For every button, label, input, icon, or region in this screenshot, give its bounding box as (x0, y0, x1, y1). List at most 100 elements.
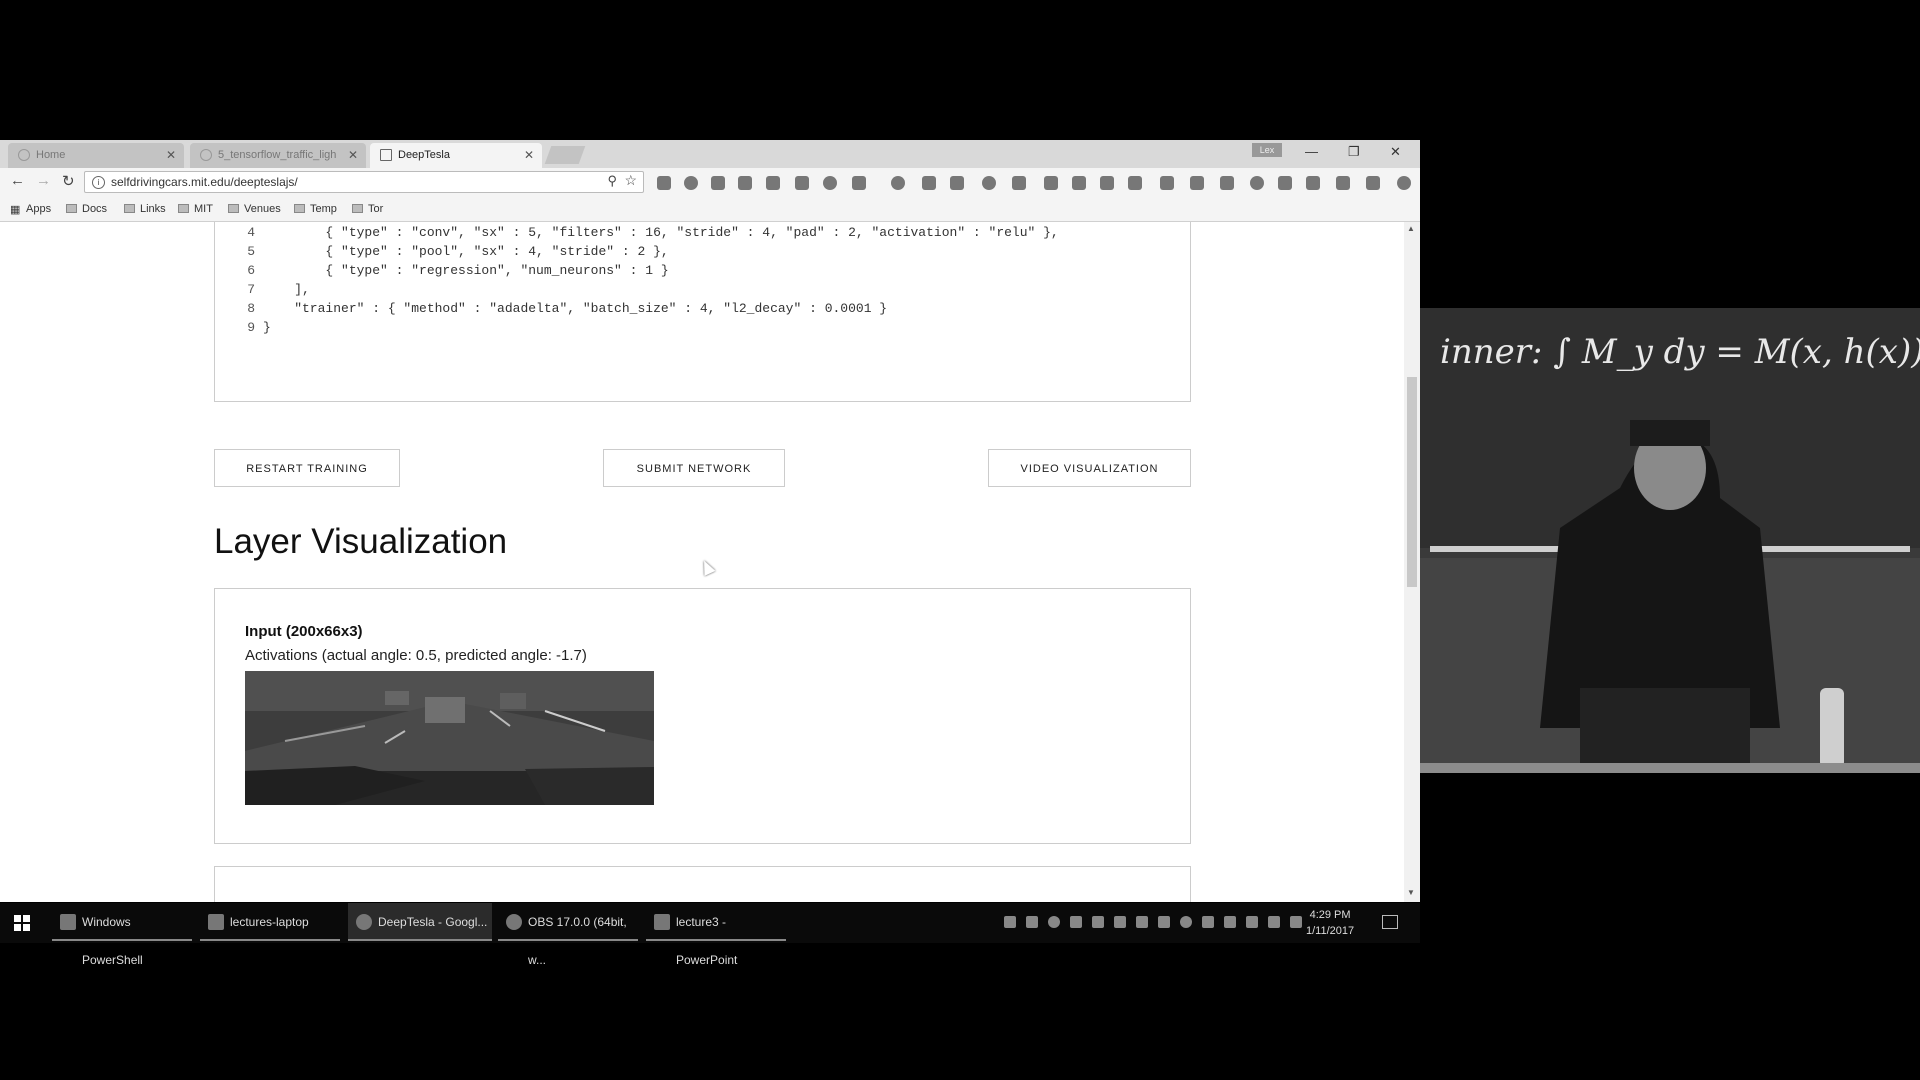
taskbar: Windows PowerShell lectures-laptop DeepT… (0, 903, 1420, 967)
extension-icon[interactable] (1278, 176, 1292, 190)
notification-center-icon[interactable] (1382, 915, 1398, 929)
wifi-icon[interactable] (1268, 916, 1280, 928)
new-tab-button[interactable] (544, 146, 586, 164)
tab-deeptesla[interactable]: DeepTesla ✕ (370, 143, 542, 168)
taskbar-item-lectures-laptop[interactable]: lectures-laptop (200, 903, 340, 941)
tab-label: DeepTesla (398, 149, 450, 161)
extension-icon[interactable] (1044, 176, 1058, 190)
extension-icon[interactable] (684, 176, 698, 190)
tab-label: 5_tensorflow_traffic_ligh (218, 149, 337, 161)
extension-icon[interactable] (1012, 176, 1026, 190)
star-icon[interactable]: ☆ (624, 172, 637, 189)
tab-tensorflow[interactable]: 5_tensorflow_traffic_ligh ✕ (190, 143, 366, 168)
tray-icon[interactable] (1048, 916, 1060, 928)
extension-icon[interactable] (1336, 176, 1350, 190)
extension-icon[interactable] (1160, 176, 1174, 190)
close-icon[interactable]: ✕ (166, 143, 176, 168)
address-bar[interactable]: i selfdrivingcars.mit.edu/deepteslajs/ ⚲… (84, 171, 644, 193)
video-visualization-button[interactable]: VIDEO VISUALIZATION (988, 449, 1191, 487)
scrollbar[interactable]: ▲ ▼ (1404, 222, 1420, 902)
bookmark-apps[interactable]: ▦ Apps (10, 202, 51, 216)
network-code-editor[interactable]: 4 { "type" : "conv", "sx" : 5, "filters"… (214, 222, 1191, 402)
extension-icon[interactable] (711, 176, 725, 190)
volume-icon[interactable] (1290, 916, 1302, 928)
tray-icon[interactable] (1158, 916, 1170, 928)
tab-home[interactable]: Home ✕ (8, 143, 184, 168)
folder-icon (178, 204, 189, 213)
close-icon[interactable]: ✕ (348, 143, 358, 168)
taskbar-item-powershell[interactable]: Windows PowerShell (52, 903, 192, 967)
powershell-icon (60, 914, 76, 930)
extension-icon[interactable] (982, 176, 996, 190)
search-icon[interactable]: ⚲ (607, 173, 617, 189)
tray-icon[interactable] (1224, 916, 1236, 928)
tray-icon[interactable] (1004, 916, 1016, 928)
bookmark-docs[interactable]: Docs (66, 202, 107, 216)
extension-icon[interactable] (1100, 176, 1114, 190)
windows-start-icon[interactable] (14, 915, 30, 931)
reload-icon[interactable]: ↻ (62, 172, 75, 190)
submit-network-button[interactable]: SUBMIT NETWORK (603, 449, 785, 487)
obs-icon (506, 914, 522, 930)
tray-icon[interactable] (1070, 916, 1082, 928)
close-icon[interactable]: ✕ (524, 143, 534, 168)
battery-icon[interactable] (1246, 916, 1258, 928)
line-number: 5 (247, 244, 255, 259)
bookmark-tor[interactable]: Tor (352, 202, 383, 216)
extension-icon[interactable] (1250, 176, 1264, 190)
extension-icon[interactable] (823, 176, 837, 190)
extension-icon[interactable] (852, 176, 866, 190)
cloud-icon[interactable] (1114, 916, 1126, 928)
scroll-up-icon[interactable]: ▲ (1407, 224, 1415, 233)
running-indicator (498, 939, 638, 941)
extension-icon[interactable] (1366, 176, 1380, 190)
lecturer-video-overlay: inner: ∫ M_y dy = M(x, h(x)) − M(x, a (1420, 308, 1920, 773)
extension-icon[interactable] (738, 176, 752, 190)
code-line: 7 ], (215, 282, 310, 297)
system-clock[interactable]: 4:29 PM 1/11/2017 (1306, 907, 1354, 939)
menu-icon[interactable] (1397, 176, 1411, 190)
extension-icon[interactable] (1072, 176, 1086, 190)
extension-icon[interactable] (766, 176, 780, 190)
extension-icon[interactable] (891, 176, 905, 190)
folder-icon (294, 204, 305, 213)
back-icon[interactable]: ← (10, 172, 25, 189)
bookmark-temp[interactable]: Temp (294, 202, 337, 216)
bluetooth-icon[interactable] (1136, 916, 1148, 928)
tray-icon[interactable] (1026, 916, 1038, 928)
code-line: 4 { "type" : "conv", "sx" : 5, "filters"… (215, 225, 1059, 240)
bookmark-links[interactable]: Links (124, 202, 166, 216)
dropbox-icon[interactable] (1202, 916, 1214, 928)
minimize-icon[interactable]: — (1305, 144, 1318, 159)
extension-icon[interactable] (1220, 176, 1234, 190)
info-icon[interactable]: i (92, 176, 105, 189)
scroll-thumb[interactable] (1407, 377, 1417, 587)
extension-icon[interactable] (950, 176, 964, 190)
page-content: 4 { "type" : "conv", "sx" : 5, "filters"… (0, 222, 1404, 902)
extension-icon[interactable] (922, 176, 936, 190)
restore-icon[interactable]: ❐ (1348, 144, 1360, 160)
extension-icon[interactable] (1306, 176, 1320, 190)
code-text: ], (263, 282, 310, 297)
running-indicator (52, 939, 192, 941)
code-text: "trainer" : { "method" : "adadelta", "ba… (263, 301, 888, 316)
tray-icon[interactable] (1180, 916, 1192, 928)
user-badge[interactable]: Lex (1252, 143, 1282, 157)
extension-icon[interactable] (657, 176, 671, 190)
close-window-icon[interactable]: ✕ (1390, 144, 1401, 160)
restart-training-button[interactable]: RESTART TRAINING (214, 449, 400, 487)
taskbar-label: DeepTesla - Googl... (378, 915, 488, 929)
extension-icon[interactable] (1128, 176, 1142, 190)
bookmark-venues[interactable]: Venues (228, 202, 281, 216)
shield-icon[interactable] (1092, 916, 1104, 928)
extension-icon[interactable] (795, 176, 809, 190)
scroll-down-icon[interactable]: ▼ (1407, 888, 1415, 897)
url-text[interactable]: selfdrivingcars.mit.edu/deepteslajs/ (111, 172, 298, 192)
taskbar-item-chrome[interactable]: DeepTesla - Googl... (348, 903, 492, 941)
forward-icon[interactable]: → (36, 172, 51, 189)
extension-icon[interactable] (1190, 176, 1204, 190)
lecturer-video-graphic (1420, 308, 1920, 773)
bookmark-mit[interactable]: MIT (178, 202, 213, 216)
taskbar-item-obs[interactable]: OBS 17.0.0 (64bit, w... (498, 903, 638, 967)
taskbar-item-powerpoint[interactable]: lecture3 - PowerPoint (646, 903, 786, 967)
